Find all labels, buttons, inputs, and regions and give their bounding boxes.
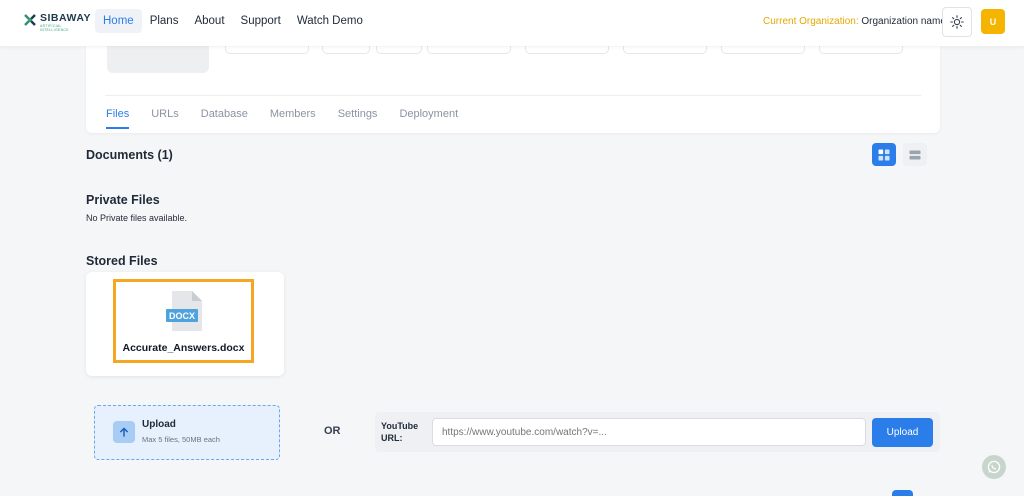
youtube-url-label: YouTube URL: xyxy=(381,421,419,443)
grid-view-icon xyxy=(878,149,890,160)
whatsapp-icon xyxy=(987,460,1001,474)
scroll-top-button[interactable] xyxy=(892,490,913,496)
documents-title: Documents (1) xyxy=(86,148,173,162)
current-organization[interactable]: Current Organization: Organization name xyxy=(763,16,946,27)
user-avatar[interactable]: U xyxy=(981,9,1005,34)
nav-about[interactable]: About xyxy=(186,9,232,33)
logo-mark-icon xyxy=(24,14,36,26)
whatsapp-chat-button[interactable] xyxy=(982,455,1006,479)
tab-urls[interactable]: URLs xyxy=(151,108,179,129)
upload-icon xyxy=(113,421,135,443)
grid-view-button[interactable] xyxy=(872,143,896,166)
file-type-label: DOCX xyxy=(169,311,195,321)
workspace-card: Files URLs Database Members Settings Dep… xyxy=(86,36,940,133)
top-header: SIBAWAY ARTIFICIAL INTELLIGENCE Home Pla… xyxy=(0,0,1024,46)
private-files-title: Private Files xyxy=(86,193,160,207)
nav-support[interactable]: Support xyxy=(233,9,289,33)
upload-dropzone[interactable]: Upload Max 5 files, 50MB each xyxy=(94,405,280,460)
or-separator: OR xyxy=(324,425,341,437)
docx-file-icon: DOCX xyxy=(166,291,202,331)
logo-tagline: ARTIFICIAL INTELLIGENCE xyxy=(40,24,69,32)
nav-watch-demo[interactable]: Watch Demo xyxy=(289,9,371,33)
card-divider xyxy=(105,95,921,96)
nav-plans[interactable]: Plans xyxy=(142,9,187,33)
upload-limit: Max 5 files, 50MB each xyxy=(142,435,220,444)
youtube-url-input[interactable] xyxy=(432,418,866,446)
sibaway-logo[interactable]: SIBAWAY ARTIFICIAL INTELLIGENCE xyxy=(22,10,90,32)
private-files-empty: No Private files available. xyxy=(86,213,188,223)
file-name: Accurate_Answers.docx xyxy=(122,342,245,354)
main-nav: Home Plans About Support Watch Demo xyxy=(95,9,371,33)
sun-icon xyxy=(950,15,964,29)
nav-home[interactable]: Home xyxy=(95,9,142,33)
list-view-button[interactable] xyxy=(903,143,927,166)
tab-database[interactable]: Database xyxy=(201,108,248,129)
stored-files-title: Stored Files xyxy=(86,254,158,268)
tab-members[interactable]: Members xyxy=(270,108,316,129)
upload-title: Upload xyxy=(142,419,176,430)
tab-settings[interactable]: Settings xyxy=(338,108,378,129)
org-name: Organization name xyxy=(861,16,946,27)
workspace-tabs: Files URLs Database Members Settings Dep… xyxy=(106,108,480,129)
youtube-upload-button[interactable]: Upload xyxy=(872,418,933,447)
tab-deployment[interactable]: Deployment xyxy=(399,108,458,129)
theme-toggle-button[interactable] xyxy=(942,7,972,37)
org-label: Current Organization: xyxy=(763,16,859,27)
list-view-icon xyxy=(909,150,921,159)
tab-files[interactable]: Files xyxy=(106,108,130,129)
logo-brand: SIBAWAY xyxy=(40,12,91,24)
